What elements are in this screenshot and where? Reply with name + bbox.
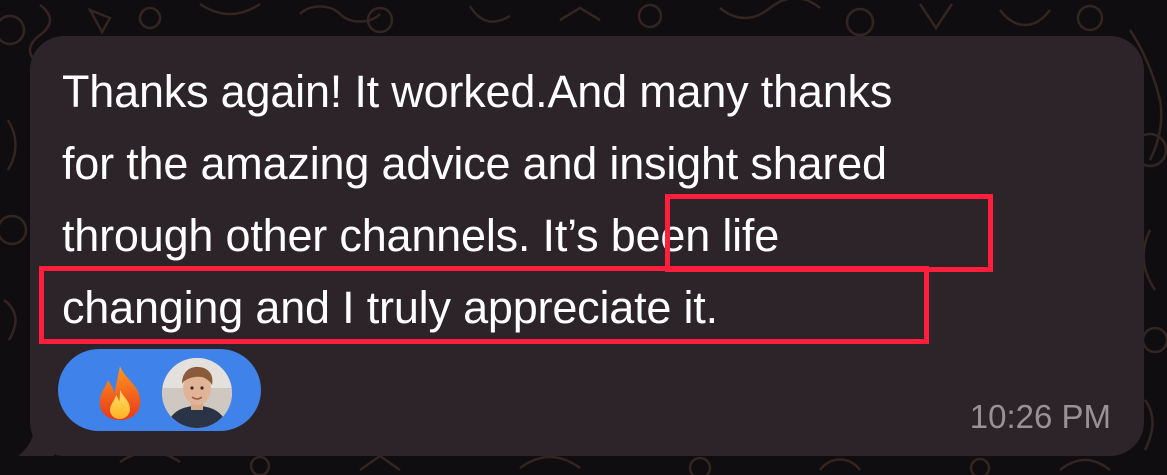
bubble-tail: [18, 424, 54, 456]
avatar[interactable]: [162, 358, 232, 428]
message-line: for the amazing advice and insight share…: [62, 138, 887, 189]
message-line: Thanks again! It worked.And many thanks: [62, 66, 893, 117]
fire-icon: [99, 366, 141, 420]
message-timestamp: 10:26 PM: [969, 398, 1111, 435]
highlight-annotation-line-3: [665, 194, 993, 272]
person-avatar-icon: [162, 358, 232, 428]
highlight-annotation-line-4: [39, 266, 929, 344]
